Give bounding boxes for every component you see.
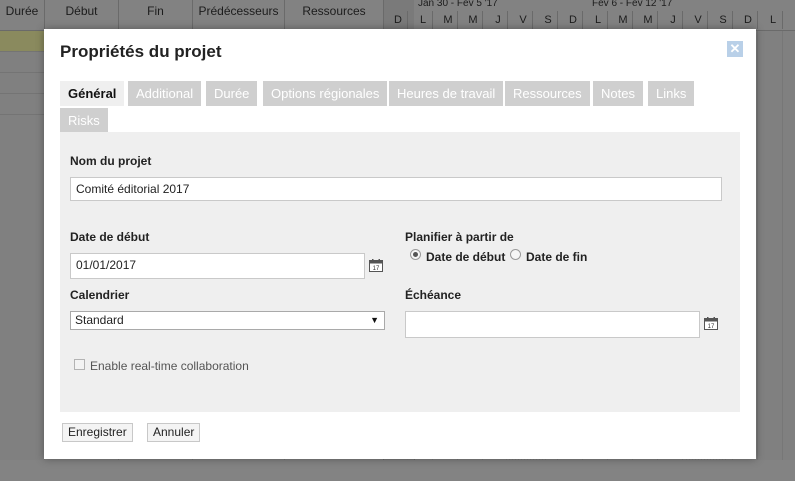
tab-general[interactable]: Général — [60, 81, 125, 106]
calendar-select-value: Standard — [75, 313, 124, 327]
deadline-input[interactable] — [405, 311, 700, 338]
project-name-input[interactable]: Comité éditorial 2017 — [70, 177, 722, 201]
day-cell: M — [639, 11, 658, 29]
day-cell: L — [764, 11, 783, 29]
project-properties-dialog: Propriétés du projet ✕ Général Additiona… — [44, 29, 756, 459]
day-cell: S — [539, 11, 558, 29]
day-cell: J — [489, 11, 508, 29]
save-button[interactable]: Enregistrer — [62, 423, 133, 442]
column-header-predecessors[interactable]: Prédécesseurs — [193, 0, 285, 30]
day-cell: M — [439, 11, 458, 29]
project-name-label: Nom du projet — [70, 154, 152, 168]
start-date-input[interactable]: 01/01/2017 — [70, 253, 365, 279]
chevron-down-icon: ▼ — [370, 315, 379, 325]
week-label: Fév 6 - Fév 12 '17 — [592, 0, 673, 9]
calendar-icon[interactable]: 17 — [704, 317, 718, 330]
tab-duration[interactable]: Durée — [206, 81, 258, 106]
grid-footer — [0, 460, 795, 481]
grid-header: Durée Début Fin Prédécesseurs Ressources — [0, 0, 383, 31]
column-header-resources[interactable]: Ressources — [285, 0, 383, 30]
svg-text:17: 17 — [708, 324, 715, 330]
column-header-end[interactable]: Fin — [119, 0, 193, 30]
radio-end-date[interactable] — [510, 249, 521, 260]
tab-risks[interactable]: Risks — [60, 108, 108, 133]
schedule-from-label: Planifier à partir de — [405, 230, 514, 244]
tab-working-hours[interactable]: Heures de travail — [389, 81, 504, 106]
tab-additional[interactable]: Additional — [128, 81, 202, 106]
deadline-label: Échéance — [405, 288, 462, 302]
radio-start-date[interactable] — [410, 249, 421, 260]
day-cell: D — [739, 11, 758, 29]
cancel-button[interactable]: Annuler — [147, 423, 201, 442]
day-cell: D — [389, 11, 408, 29]
day-cell: S — [714, 11, 733, 29]
tab-notes[interactable]: Notes — [593, 81, 643, 106]
day-cell: D — [564, 11, 583, 29]
tab-resources[interactable]: Ressources — [505, 81, 590, 106]
general-panel: Nom du projet Comité éditorial 2017 Date… — [60, 132, 740, 412]
column-header-duration[interactable]: Durée — [0, 0, 45, 30]
calendar-icon[interactable]: 17 — [369, 259, 383, 272]
week-label: Jan 30 - Fév 5 '17 — [418, 0, 498, 9]
dialog-title: Propriétés du projet — [60, 42, 222, 61]
calendar-label: Calendrier — [70, 288, 130, 302]
day-divider — [757, 31, 758, 481]
day-cell: M — [614, 11, 633, 29]
radio-end-date-label[interactable]: Date de fin — [526, 250, 587, 264]
close-icon[interactable]: ✕ — [727, 41, 743, 57]
day-cell: M — [464, 11, 483, 29]
day-cell: J — [664, 11, 683, 29]
collab-checkbox[interactable] — [74, 359, 85, 370]
day-divider — [782, 31, 783, 481]
column-header-start[interactable]: Début — [45, 0, 119, 30]
calendar-select[interactable]: Standard ▼ — [70, 311, 385, 330]
tab-regional-options[interactable]: Options régionales — [263, 81, 388, 106]
day-cell: L — [414, 11, 433, 29]
radio-start-date-label[interactable]: Date de début — [426, 250, 505, 264]
tab-links[interactable]: Links — [648, 81, 695, 106]
day-cell: V — [689, 11, 708, 29]
day-cell: V — [514, 11, 533, 29]
day-cell: L — [589, 11, 608, 29]
start-date-label: Date de début — [70, 230, 150, 244]
svg-text:17: 17 — [373, 266, 380, 272]
collab-label[interactable]: Enable real-time collaboration — [90, 359, 249, 373]
